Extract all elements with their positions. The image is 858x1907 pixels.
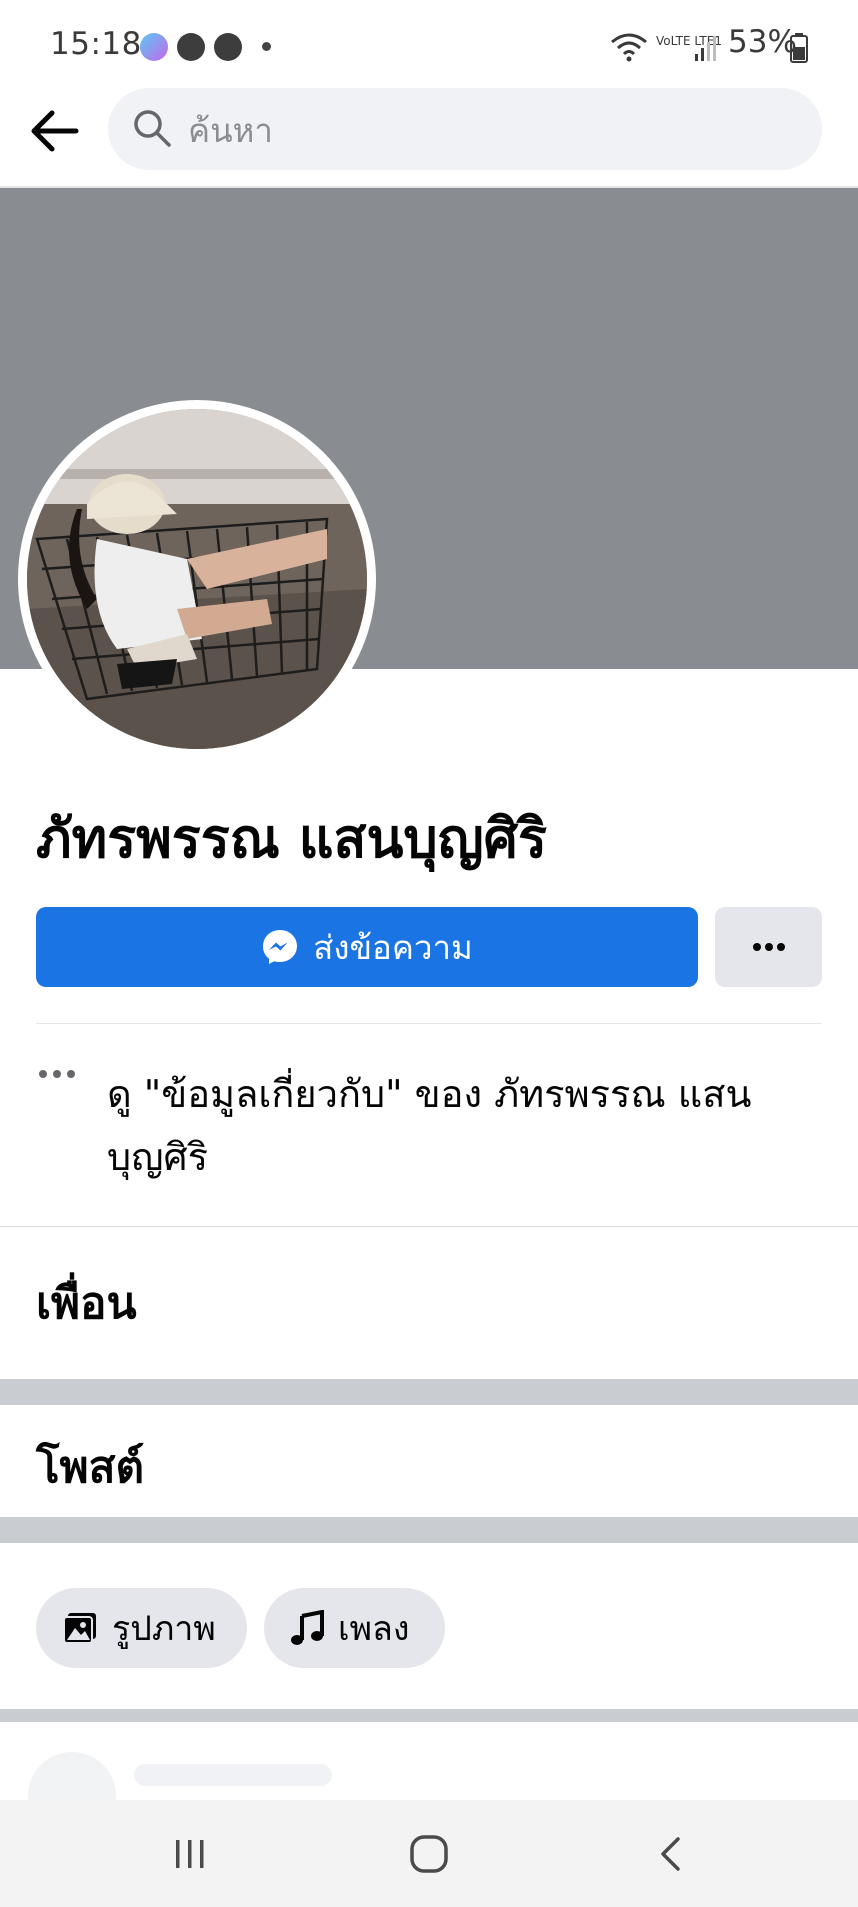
posts-section-title: โพสต์ [36,1442,145,1493]
music-chip[interactable]: เพลง [264,1588,445,1668]
section-separator [0,1379,858,1405]
profile-photo [27,409,367,749]
back-chevron-icon [661,1836,680,1871]
wifi-icon [611,33,647,62]
section-separator [0,1517,858,1543]
photos-icon [63,1613,96,1644]
music-icon [291,1610,324,1645]
search-bar[interactable] [108,88,822,172]
home-button[interactable] [359,1800,499,1907]
more-options-button[interactable] [715,907,822,987]
recent-apps-icon [176,1839,204,1868]
more-notifications-dot [262,42,271,51]
see-about-link[interactable]: ดู "ข้อมูลเกี่ยวกับ" ของ ภัทรพรรณ แสนบุญ… [107,1063,807,1189]
home-icon [410,1834,448,1873]
status-bar: 15:18 VoLTE LTE1 53% [0,0,858,86]
back-arrow-icon [31,110,79,152]
status-time: 15:18 [50,26,142,62]
back-button[interactable] [26,102,84,160]
line-notification-icon [177,33,205,61]
send-message-label: ส่งข้อความ [313,927,473,967]
profile-name: ภัทรพรรณ แสนบุญศิริ [36,807,547,870]
messenger-icon [263,930,298,964]
search-input[interactable] [186,88,800,172]
send-message-button[interactable]: ส่งข้อความ [36,907,698,987]
profile-avatar[interactable] [18,400,376,758]
divider [0,1226,858,1227]
music-chip-label: เพลง [338,1609,410,1649]
photos-chip-label: รูปภาพ [112,1609,216,1649]
divider [36,1023,822,1024]
recent-apps-button[interactable] [120,1800,260,1907]
more-dots-icon [39,1070,75,1078]
battery-percent: 53% [728,24,797,60]
section-separator [0,1709,858,1722]
search-header [0,86,858,188]
z-notification-icon [214,33,242,61]
messenger-notification-icon [140,33,168,61]
battery-icon [790,33,808,63]
search-icon [134,110,171,147]
system-navigation-bar [0,1800,858,1907]
more-dots-icon [752,943,785,951]
friends-section-title: เพื่อน [36,1278,137,1329]
signal-icon [695,36,716,61]
photos-chip[interactable]: รูปภาพ [36,1588,247,1668]
loading-text-placeholder [134,1764,332,1786]
back-nav-button[interactable] [600,1800,740,1907]
